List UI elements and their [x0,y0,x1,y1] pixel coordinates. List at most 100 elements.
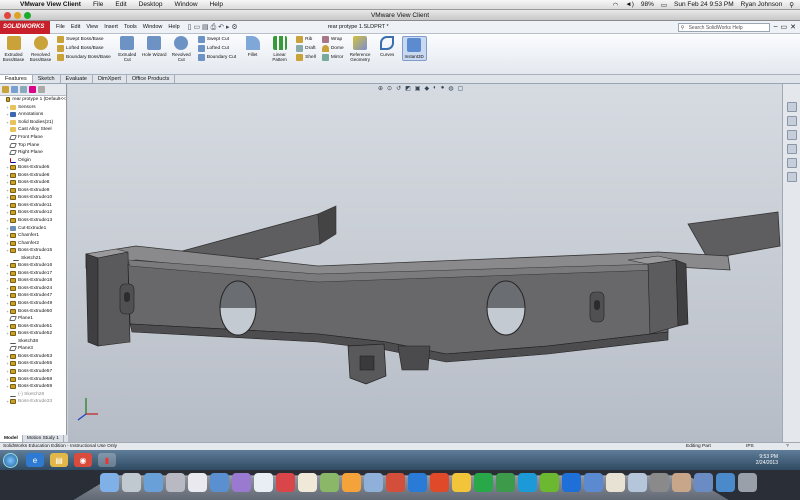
mac-menu-help[interactable]: Help [204,1,229,8]
instant3d-button[interactable]: Instant3D [401,36,427,61]
system-tray[interactable]: 9:53 PM 2/24/2013 [756,454,800,466]
tree-item[interactable]: + Sensors [0,104,66,112]
tree-item[interactable]: + Chamfer1 [0,232,66,240]
tree-item[interactable]: Sketch38 [0,338,66,346]
mail-icon[interactable] [166,473,185,492]
itunes-icon[interactable] [232,473,251,492]
file-explorer-icon[interactable] [786,130,797,140]
tree-item[interactable]: + Boss-Extrude6 [0,171,66,179]
sw-menu-file[interactable]: File [56,24,65,30]
tab-evaluate[interactable]: Evaluate [61,75,93,83]
revolved-boss-button[interactable]: Revolved Boss/Base [28,36,53,62]
mac-menu-window[interactable]: Window [168,1,203,8]
tree-item[interactable]: + Boss-Extrude11 [0,202,66,210]
search-help-input[interactable]: ⚲ Search SolidWorks Help [677,22,770,32]
tree-item[interactable]: + Boss-Extrude12 [0,209,66,217]
status-help[interactable]: ? [786,443,800,450]
appearances-icon[interactable] [786,158,797,168]
solidworks-resources-icon[interactable] [786,102,797,112]
volume-icon[interactable]: ◄) [625,1,634,8]
tab-sketch[interactable]: Sketch [33,75,61,83]
tree-item[interactable]: + Boss-Extrude24 [0,285,66,293]
tree-item[interactable]: Right Plane [0,149,66,157]
restore-icon[interactable]: ▭ [781,23,788,31]
view-palette-icon[interactable] [786,144,797,154]
swept-cut-button[interactable]: Swept Cut [197,36,236,43]
terminal-icon[interactable] [650,473,669,492]
preview-icon[interactable] [342,473,361,492]
bumper-3d-model[interactable] [68,84,782,442]
feature-tree-tab-icon[interactable] [2,86,9,93]
contacts-icon[interactable] [188,473,207,492]
tree-item[interactable]: Cast Alloy Steel [0,126,66,134]
wifi-icon[interactable]: ◠ [613,1,619,9]
documents-icon[interactable] [716,473,735,492]
tree-item[interactable]: + Boss-Extrude49 [0,300,66,308]
tree-item[interactable]: + Boss-Extrude15 [0,247,66,255]
utorrent-icon[interactable] [540,473,559,492]
design-library-icon[interactable] [786,116,797,126]
solidworks-logo[interactable]: SOLIDWORKS [0,20,50,34]
shell-button[interactable]: Shell [296,54,316,61]
boundary-cut-button[interactable]: Boundary Cut [197,54,236,61]
calendar-icon[interactable] [254,473,273,492]
file-explorer-icon[interactable]: ▤ [50,453,68,467]
tab-office-products[interactable]: Office Products [127,75,176,83]
rib-button[interactable]: Rib [296,36,316,43]
battery-percent[interactable]: 98% [641,1,654,8]
draft-button[interactable]: Draft [296,45,316,52]
mirror-button[interactable]: Mirror [321,54,344,61]
tree-item[interactable]: + Boss-Extrude57 [0,368,66,376]
finder-icon[interactable] [100,473,119,492]
tree-item[interactable]: + Boss-Extrude47 [0,292,66,300]
mac-user[interactable]: Ryan Johnson [741,1,783,8]
excel-icon[interactable] [452,473,471,492]
tree-item[interactable]: rear protype 1 (Default<< [0,96,66,104]
tree-item[interactable]: + Solid Bodies(21) [0,119,66,127]
boundary-boss-button[interactable]: Boundary Boss/Base [57,54,111,61]
tree-item[interactable]: + Boss-Extrude8 [0,179,66,187]
tree-item[interactable]: + Boss-Extrude55 [0,360,66,368]
notes-icon[interactable] [298,473,317,492]
tab-dimxpert[interactable]: DimXpert [93,75,127,83]
sw-menu-edit[interactable]: Edit [71,24,80,30]
tree-item[interactable]: + Boss-Extrude52 [0,330,66,338]
spotlight-icon[interactable]: ⚲ [789,1,794,9]
tree-item[interactable]: + Boss-Extrude53 [0,353,66,361]
chrome-icon[interactable] [474,473,493,492]
tree-item[interactable]: + Boss-Extrude5 [0,164,66,172]
tree-item[interactable]: Plane1 [0,315,66,323]
sw-menu-view[interactable]: View [86,24,98,30]
minimize-window-icon[interactable] [14,12,21,19]
swept-boss-button[interactable]: Swept Boss/Base [57,36,111,43]
solidworks-taskbar-icon[interactable]: ▮ [98,453,116,467]
tree-item[interactable]: + Annotations [0,111,66,119]
revolved-cut-button[interactable]: Revolved Cut [169,36,194,62]
tab-motion-study[interactable]: Motion Study 1 [23,435,64,442]
tree-item[interactable]: Sketch21 [0,254,66,262]
minimize-icon[interactable]: – [774,23,778,31]
tab-model[interactable]: Model [0,435,23,442]
tree-item[interactable]: + Boss-Extrude50 [0,307,66,315]
mac-menu-desktop[interactable]: Desktop [133,1,169,8]
tree-item[interactable]: (-) Sketch28 [0,390,66,398]
tree-item[interactable]: + Boss-Extrude33 [0,398,66,406]
tree-item[interactable]: + Boss-Extrude51 [0,322,66,330]
windows-start-icon[interactable] [3,452,18,468]
trash-icon[interactable] [738,473,757,492]
status-units[interactable]: IPS [746,443,786,450]
wrap-button[interactable]: Wrap [321,36,344,43]
fillet-button[interactable]: Fillet [240,36,265,57]
app-store-icon[interactable] [210,473,229,492]
lofted-cut-button[interactable]: Lofted Cut [197,45,236,52]
downloads-icon[interactable] [694,473,713,492]
close-window-icon[interactable] [4,12,11,19]
display-manager-tab-icon[interactable] [38,86,45,93]
close-icon[interactable]: ✕ [790,23,796,31]
safari-icon[interactable] [144,473,163,492]
launchpad-icon[interactable] [122,473,141,492]
tree-item[interactable]: + Boss-Extrude58 [0,375,66,383]
hole-wizard-button[interactable]: Hole Wizard [142,36,167,57]
sw-menu-insert[interactable]: Insert [104,24,118,30]
tree-item[interactable]: Origin [0,156,66,164]
